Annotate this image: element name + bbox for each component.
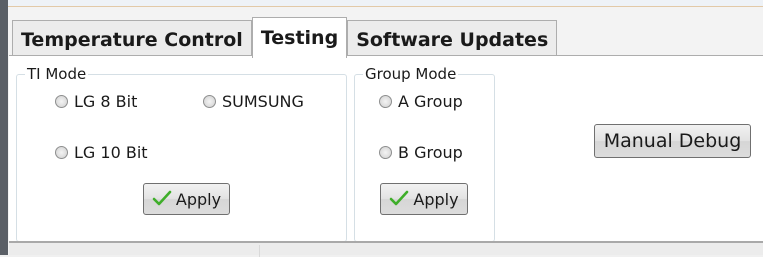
tab-software-updates[interactable]: Software Updates <box>347 20 558 58</box>
radio-a-group[interactable]: A Group <box>379 92 463 111</box>
radio-icon <box>55 146 68 159</box>
testing-panel: TI Mode LG 8 Bit SUMSUNG LG 10 Bit Apply <box>9 55 763 242</box>
tab-label: Temperature Control <box>21 28 243 51</box>
radio-icon <box>55 95 68 108</box>
tab-temperature-control[interactable]: Temperature Control <box>12 20 252 58</box>
radio-label: LG 10 Bit <box>74 143 148 162</box>
radio-label: B Group <box>398 143 463 162</box>
radio-label: SUMSUNG <box>222 92 304 111</box>
radio-icon <box>379 95 392 108</box>
radio-icon <box>203 95 216 108</box>
radio-label: A Group <box>398 92 463 111</box>
tab-label: Software Updates <box>356 28 549 51</box>
manual-debug-button[interactable]: Manual Debug <box>594 124 751 158</box>
check-icon <box>152 190 172 206</box>
radio-lg-8-bit[interactable]: LG 8 Bit <box>55 92 137 111</box>
tab-label: Testing <box>260 27 339 49</box>
ti-mode-apply-button[interactable]: Apply <box>143 183 230 215</box>
tab-testing[interactable]: Testing <box>251 17 348 58</box>
radio-sumsung[interactable]: SUMSUNG <box>203 92 304 111</box>
left-edge <box>0 0 8 255</box>
radio-icon <box>379 146 392 159</box>
apply-label: Apply <box>413 189 459 209</box>
radio-lg-10-bit[interactable]: LG 10 Bit <box>55 143 148 162</box>
window: Temperature Control Testing Software Upd… <box>0 0 763 257</box>
ti-mode-title: TI Mode <box>25 64 89 84</box>
group-mode-apply-button[interactable]: Apply <box>380 183 468 215</box>
status-bar <box>9 241 763 257</box>
group-mode-title: Group Mode <box>363 64 459 84</box>
tab-bar: Temperature Control Testing Software Upd… <box>12 17 558 58</box>
top-strip <box>8 0 763 7</box>
manual-debug-label: Manual Debug <box>603 130 742 152</box>
status-divider <box>259 245 260 257</box>
radio-b-group[interactable]: B Group <box>379 143 463 162</box>
ti-mode-group: TI Mode LG 8 Bit SUMSUNG LG 10 Bit Apply <box>16 64 347 242</box>
radio-label: LG 8 Bit <box>74 92 138 111</box>
apply-label: Apply <box>175 189 222 209</box>
check-icon <box>390 190 409 206</box>
group-mode-group: Group Mode A Group B Group Apply <box>354 64 495 242</box>
